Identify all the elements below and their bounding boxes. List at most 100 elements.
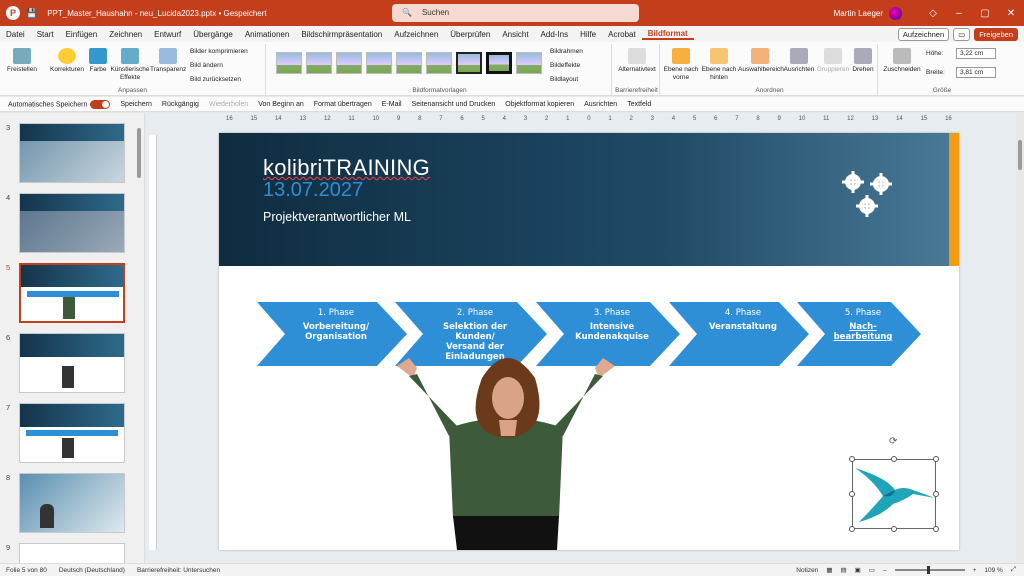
korrekturen-button[interactable]: Korrekturen — [48, 48, 86, 74]
textbox-button[interactable]: Textfeld — [627, 101, 651, 108]
vorne-button[interactable]: Ebene nach vorne — [662, 48, 700, 82]
tab-entwurf[interactable]: Entwurf — [148, 30, 187, 39]
komprimieren-button[interactable]: Bilder komprimieren — [190, 48, 248, 55]
undo-button[interactable]: Rückgängig — [162, 101, 199, 108]
resize-handle[interactable] — [933, 456, 939, 462]
diamond-icon[interactable]: ◇ — [920, 8, 946, 19]
zuschneiden-button[interactable]: Zuschneiden — [882, 48, 922, 74]
tab-ueberpruefen[interactable]: Überprüfen — [444, 30, 496, 39]
selection-box[interactable]: ⟳ — [849, 436, 939, 532]
phase-5-arrow[interactable]: 5. Phase Nach- bearbeitung — [797, 302, 921, 366]
avatar[interactable] — [889, 6, 902, 20]
resize-handle[interactable] — [891, 456, 897, 462]
height-input[interactable]: 3,22 cm — [956, 48, 996, 59]
slide-thumb-7[interactable] — [19, 403, 125, 463]
format-painter-button[interactable]: Format übertragen — [314, 101, 372, 108]
slide-thumb-3[interactable] — [19, 123, 125, 183]
tab-animationen[interactable]: Animationen — [239, 30, 295, 39]
aendern-button[interactable]: Bild ändern — [190, 62, 223, 69]
slide[interactable]: kolibriTRAINING 13.07.2027 Projektverant… — [219, 133, 959, 550]
align-dropdown[interactable]: Ausrichten — [584, 101, 617, 108]
slide-thumb-5[interactable] — [19, 263, 125, 323]
date-text[interactable]: 13.07.2027 — [263, 179, 363, 202]
hinten-button[interactable]: Ebene nach hinten — [700, 48, 738, 82]
tab-acrobat[interactable]: Acrobat — [602, 30, 642, 39]
document-title[interactable]: PPT_Master_Haushahn - neu_Lucida2023.ppt… — [47, 9, 266, 18]
save-icon[interactable]: 💾 — [26, 8, 37, 19]
transparenz-button[interactable]: Transparenz — [150, 48, 186, 74]
tab-aufzeichnen[interactable]: Aufzeichnen — [388, 30, 444, 39]
style-thumb-6[interactable] — [426, 52, 452, 74]
style-thumb-5[interactable] — [396, 52, 422, 74]
comments-icon[interactable]: ▭ — [953, 27, 971, 41]
notes-button[interactable]: Notizen — [796, 567, 818, 574]
share-button[interactable]: Freigeben — [974, 27, 1018, 41]
drehen-button[interactable]: Drehen — [850, 48, 876, 74]
minimize-button[interactable]: – — [946, 8, 972, 19]
slide-thumb-4[interactable] — [19, 193, 125, 253]
slide-thumb-6[interactable] — [19, 333, 125, 393]
style-thumb-1[interactable] — [276, 52, 302, 74]
search-input[interactable]: 🔍 Suchen — [392, 4, 639, 22]
tab-uebergaenge[interactable]: Übergänge — [187, 30, 239, 39]
kuenstlerisch-button[interactable]: Künstlerische Effekte — [110, 48, 150, 82]
normal-view-icon[interactable]: ▦ — [826, 566, 832, 574]
resize-handle[interactable] — [849, 491, 855, 497]
from-beginning-button[interactable]: Von Beginn an — [258, 101, 304, 108]
close-button[interactable]: ✕ — [998, 8, 1024, 19]
gruppieren-button[interactable]: Gruppieren — [816, 48, 850, 74]
email-button[interactable]: E-Mail — [382, 101, 402, 108]
tab-start[interactable]: Start — [31, 30, 60, 39]
maximize-button[interactable]: ▢ — [972, 8, 998, 19]
ausrichten-button[interactable]: Ausrichten — [782, 48, 816, 74]
zoom-in-icon[interactable]: + — [973, 567, 977, 574]
resize-handle[interactable] — [891, 526, 897, 532]
tab-datei[interactable]: Datei — [0, 30, 31, 39]
redo-button[interactable]: Wiederholen — [209, 101, 248, 108]
person-shrugging-image[interactable] — [387, 348, 627, 550]
resize-handle[interactable] — [933, 491, 939, 497]
fit-slide-icon[interactable]: ⤢ — [1011, 566, 1016, 574]
width-input[interactable]: 3,81 cm — [956, 67, 996, 78]
slideshow-icon[interactable]: ▭ — [869, 566, 875, 574]
tab-einfuegen[interactable]: Einfügen — [60, 30, 104, 39]
record-button[interactable]: Aufzeichnen — [897, 27, 950, 41]
phase-1-arrow[interactable]: 1. Phase Vorbereitung/ Organisation — [257, 302, 407, 366]
auswahlbereich-button[interactable]: Auswahlbereich — [738, 48, 784, 74]
user-name[interactable]: Martin Laeger — [834, 9, 883, 18]
resize-handle[interactable] — [849, 526, 855, 532]
accessibility-status[interactable]: Barrierefreiheit: Untersuchen — [137, 567, 220, 574]
style-thumb-2[interactable] — [306, 52, 332, 74]
brand-title[interactable]: kolibriTRAINING — [263, 155, 430, 181]
slide-thumb-9[interactable] — [19, 543, 125, 563]
style-thumb-9[interactable] — [516, 52, 542, 74]
tab-hilfe[interactable]: Hilfe — [574, 30, 602, 39]
bildrahmen-button[interactable]: Bildrahmen — [550, 48, 583, 55]
scroll-thumb[interactable] — [137, 128, 141, 178]
slide-thumb-8[interactable] — [19, 473, 125, 533]
subtitle-text[interactable]: Projektverantwortlicher ML — [263, 210, 411, 224]
freistellen-button[interactable]: Freistellen — [4, 48, 40, 74]
tab-bildschirmpraesentation[interactable]: Bildschirmpräsentation — [295, 30, 388, 39]
style-thumb-3[interactable] — [336, 52, 362, 74]
style-thumb-4[interactable] — [366, 52, 392, 74]
sorter-view-icon[interactable]: ▤ — [840, 566, 846, 574]
thumbnail-scrollbar[interactable] — [137, 118, 142, 558]
alternativtext-button[interactable]: Alternativtext — [616, 48, 658, 74]
autosave-toggle[interactable]: Automatisches Speichern — [8, 99, 111, 109]
tab-zeichnen[interactable]: Zeichnen — [103, 30, 148, 39]
canvas-scrollbar[interactable] — [1018, 140, 1022, 170]
save-button[interactable]: Speichern — [120, 101, 152, 108]
style-thumb-8[interactable] — [486, 52, 512, 74]
phase-4-arrow[interactable]: 4. Phase Veranstaltung — [669, 302, 809, 366]
tab-ansicht[interactable]: Ansicht — [496, 30, 534, 39]
tab-addins[interactable]: Add-Ins — [535, 30, 575, 39]
zoom-slider[interactable] — [894, 566, 965, 574]
farbe-button[interactable]: Farbe — [86, 48, 110, 74]
zuruecksetzen-button[interactable]: Bild zurücksetzen — [190, 76, 241, 83]
resize-handle[interactable] — [849, 456, 855, 462]
bildlayout-button[interactable]: Bildlayout — [550, 76, 578, 83]
tab-bildformat[interactable]: Bildformat — [641, 29, 694, 40]
language-status[interactable]: Deutsch (Deutschland) — [59, 567, 125, 574]
copy-object-format-button[interactable]: Objektformat kopieren — [505, 101, 574, 108]
